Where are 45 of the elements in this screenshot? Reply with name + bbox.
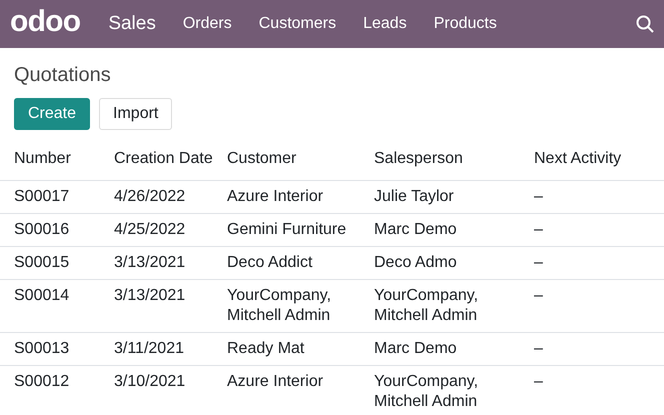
- table-cell: S00015: [0, 246, 114, 279]
- table-cell: 4/26/2022: [114, 180, 227, 213]
- table-cell: YourCompany, Mitchell Admin: [374, 279, 534, 332]
- table-cell: 4/25/2022: [114, 213, 227, 246]
- column-header[interactable]: Next Activity: [534, 139, 664, 180]
- table-cell: Marc Demo: [374, 332, 534, 365]
- table-cell: –: [534, 279, 664, 332]
- table-cell: 3/13/2021: [114, 246, 227, 279]
- table-cell: –: [534, 332, 664, 365]
- table-cell: YourCompany, Mitchell Admin: [374, 365, 534, 415]
- table-cell: Marc Demo: [374, 213, 534, 246]
- table-cell: Gemini Furniture: [227, 213, 374, 246]
- table-cell: Azure Interior: [227, 365, 374, 415]
- import-button[interactable]: Import: [99, 98, 172, 130]
- table-cell: –: [534, 213, 664, 246]
- table-cell: Deco Admo: [374, 246, 534, 279]
- table-cell: S00017: [0, 180, 114, 213]
- app-name[interactable]: Sales: [108, 10, 156, 38]
- table-cell: S00014: [0, 279, 114, 332]
- menu-item[interactable]: Products: [434, 12, 497, 36]
- page-title: Quotations: [14, 63, 112, 88]
- table-cell: Deco Addict: [227, 246, 374, 279]
- search-icon[interactable]: [636, 15, 654, 33]
- column-header[interactable]: Number: [0, 139, 114, 180]
- column-header[interactable]: Salesperson: [374, 139, 534, 180]
- table-cell: S00016: [0, 213, 114, 246]
- table-cell: –: [534, 180, 664, 213]
- menu-item[interactable]: Customers: [258, 12, 336, 36]
- table-cell: Azure Interior: [227, 180, 374, 213]
- table-cell: Julie Taylor: [374, 180, 534, 213]
- table-cell: –: [534, 365, 664, 415]
- menu-item[interactable]: Leads: [363, 12, 407, 36]
- create-button[interactable]: Create: [14, 98, 90, 130]
- table-cell: YourCompany, Mitchell Admin: [227, 279, 374, 332]
- table-cell: 3/11/2021: [114, 332, 227, 365]
- logo[interactable]: odoo: [10, 7, 80, 37]
- column-header[interactable]: Creation Date: [114, 139, 227, 180]
- table-cell: S00012: [0, 365, 114, 415]
- table-cell: Ready Mat: [227, 332, 374, 365]
- table-cell: 3/13/2021: [114, 279, 227, 332]
- table-cell: S00013: [0, 332, 114, 365]
- menu-item[interactable]: Orders: [182, 12, 232, 36]
- column-header[interactable]: Customer: [227, 139, 374, 180]
- table-cell: –: [534, 246, 664, 279]
- table-cell: 3/10/2021: [114, 365, 227, 415]
